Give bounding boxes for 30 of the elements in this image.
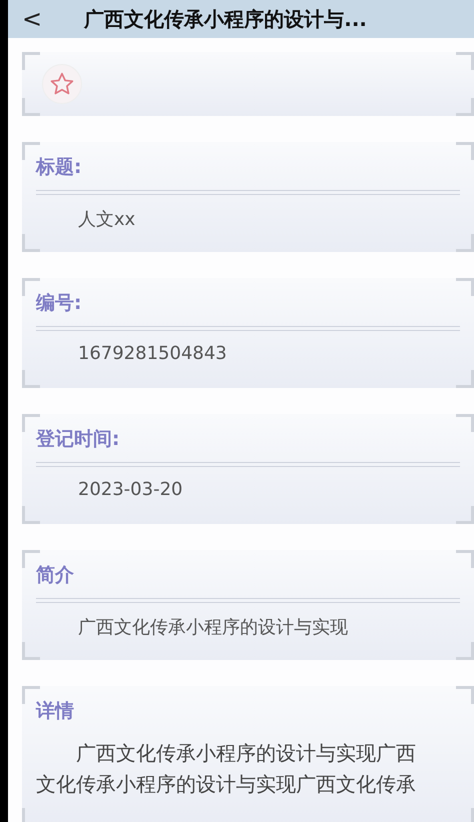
field-label: 编号:: [36, 291, 82, 316]
corner-bracket: [22, 52, 40, 70]
field-value: 2023-03-20: [77, 478, 183, 502]
corner-bracket: [22, 234, 40, 252]
corner-bracket: [22, 506, 40, 524]
corner-bracket: [22, 98, 40, 116]
corner-bracket: [456, 278, 474, 296]
page-title: 广西文化传承小程序的设计与...: [84, 6, 367, 32]
field-label: 简介: [36, 563, 74, 588]
field-value: 广西文化传承小程序的设计与实现: [77, 616, 348, 640]
corner-bracket: [22, 370, 40, 388]
field-label: 标题:: [36, 155, 82, 180]
corner-bracket: [456, 642, 474, 660]
details-label: 详情: [36, 699, 74, 724]
corner-bracket: [456, 414, 474, 432]
field-value: 1679281504843: [77, 342, 227, 366]
corner-bracket: [456, 142, 474, 160]
details-text: 广西文化传承小程序的设计与实现广西文化传承小程序的设计与实现广西文化传承: [36, 740, 417, 798]
corner-bracket: [456, 234, 474, 252]
corner-bracket: [456, 370, 474, 388]
corner-bracket: [22, 642, 40, 660]
corner-bracket: [456, 52, 474, 70]
corner-bracket: [456, 506, 474, 524]
favorite-button[interactable]: [42, 64, 82, 104]
corner-bracket: [456, 98, 474, 116]
corner-bracket: [456, 686, 474, 704]
field-label: 登记时间:: [36, 427, 120, 452]
back-button[interactable]: <: [22, 5, 42, 33]
field-value: 人文xx: [77, 208, 136, 232]
corner-bracket: [456, 550, 474, 568]
